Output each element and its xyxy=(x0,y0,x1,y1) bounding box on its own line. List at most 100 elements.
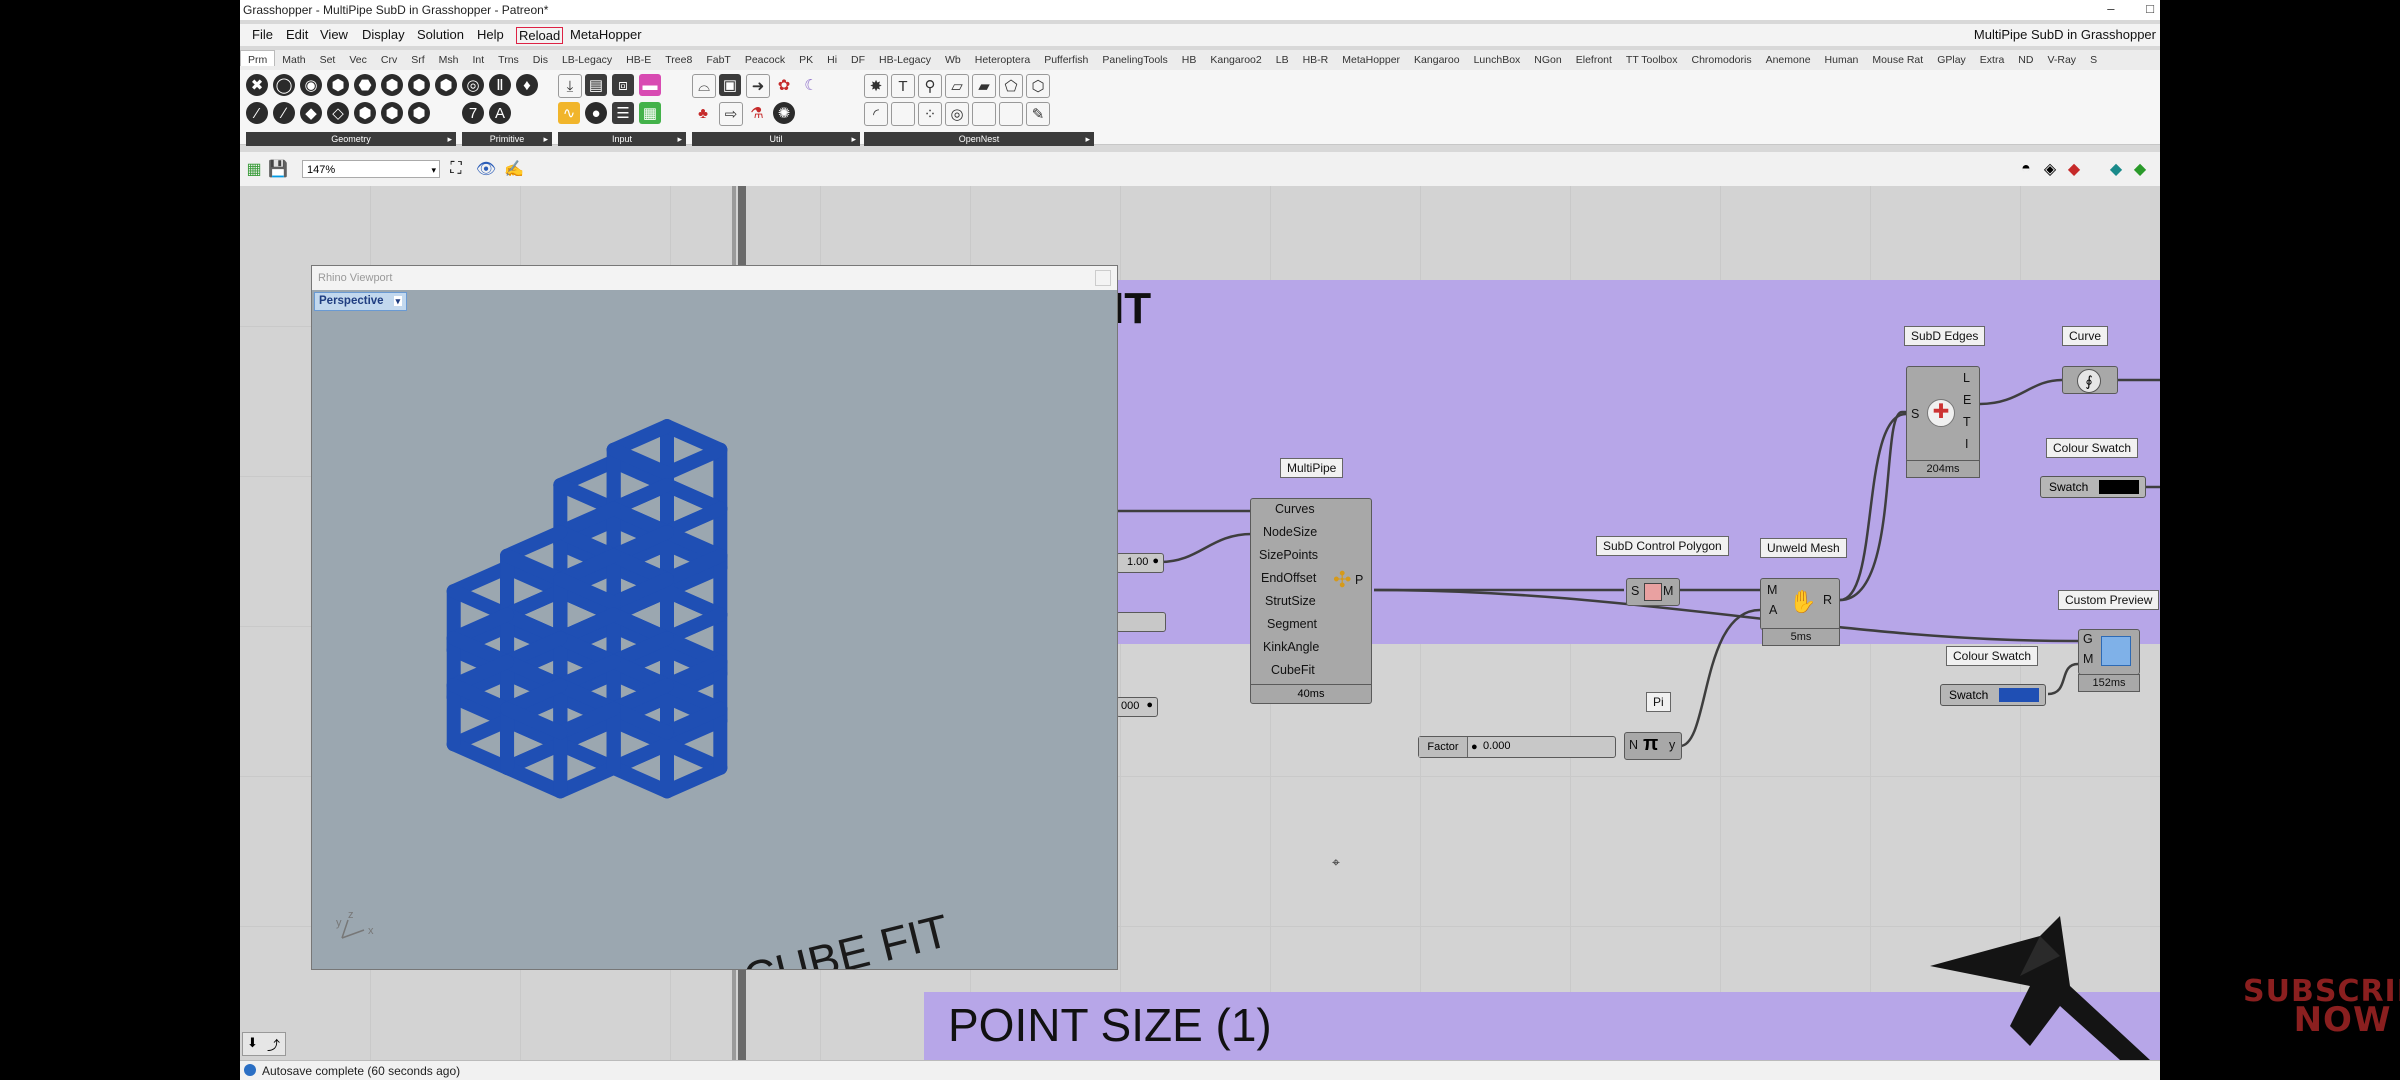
factor-slider[interactable]: Factor ● 0.000 xyxy=(1418,736,1616,758)
save-icon[interactable]: 💾 xyxy=(268,159,288,179)
input-m[interactable]: M xyxy=(2083,652,2093,666)
output-r[interactable]: R xyxy=(1823,593,1832,607)
tab-vec[interactable]: Vec xyxy=(342,51,374,66)
nest-icon[interactable]: ✸ xyxy=(864,74,888,98)
tab-int[interactable]: Int xyxy=(465,51,491,66)
preview-off-icon[interactable]: ◓ xyxy=(2016,159,2036,179)
swatch-color-box[interactable] xyxy=(1999,688,2039,702)
input-curves[interactable]: Curves xyxy=(1275,502,1315,516)
slider-icon[interactable]: ⧈ xyxy=(612,74,634,96)
panel-icon[interactable]: ▤ xyxy=(585,74,607,96)
tab-panelingtools[interactable]: PanelingTools xyxy=(1095,51,1174,66)
zoom-dropdown[interactable]: 147% ▾ xyxy=(302,160,440,178)
tab-dis[interactable]: Dis xyxy=(526,51,555,66)
line-icon[interactable]: ⁄ xyxy=(246,102,268,124)
arc-icon[interactable]: ◉ xyxy=(300,74,322,96)
grasshopper-canvas[interactable]: IT POINT SIZE (1) MultiPipe Curves NodeS… xyxy=(240,186,2160,1060)
output-t[interactable]: T xyxy=(1963,415,1971,429)
tab-hb-r[interactable]: HB-R xyxy=(1296,51,1336,66)
tab-hb-legacy[interactable]: HB-Legacy xyxy=(872,51,938,66)
graph-mapper-icon[interactable]: ∿ xyxy=(558,102,580,124)
brep-icon[interactable]: ⬣ xyxy=(354,74,376,96)
curve-param[interactable]: ∮ xyxy=(2062,366,2118,394)
group-icon[interactable]: ⬢ xyxy=(408,102,430,124)
glasses-icon[interactable]: ⌓ xyxy=(692,74,716,98)
blank3-icon[interactable] xyxy=(999,102,1023,126)
integer-icon[interactable]: Ⅱ xyxy=(489,74,511,96)
tab-pufferfish[interactable]: Pufferfish xyxy=(1037,51,1095,66)
menu-view[interactable]: View xyxy=(320,27,348,42)
input-g[interactable]: G xyxy=(2083,632,2093,646)
input-s[interactable]: S xyxy=(1911,407,1919,421)
tab-hb-e[interactable]: HB-E xyxy=(619,51,658,66)
tab-hb[interactable]: HB xyxy=(1175,51,1204,66)
output-i[interactable]: I xyxy=(1965,437,1968,451)
menu-help[interactable]: Help xyxy=(477,27,504,42)
tab-mouse-rat[interactable]: Mouse Rat xyxy=(1865,51,1930,66)
pi-component[interactable]: N π y xyxy=(1624,732,1682,760)
subd-icon[interactable]: ⬢ xyxy=(435,74,457,96)
tab-peacock[interactable]: Peacock xyxy=(738,51,792,66)
list-icon[interactable]: ☰ xyxy=(612,102,634,124)
input-kinkangle[interactable]: KinkAngle xyxy=(1263,640,1319,654)
tab-anemone[interactable]: Anemone xyxy=(1759,51,1818,66)
input-group-label[interactable]: Input ▸ xyxy=(558,132,686,146)
number-icon[interactable]: ♦ xyxy=(516,74,538,96)
input-cubefit[interactable]: CubeFit xyxy=(1271,663,1315,677)
polygon-icon[interactable]: ⬠ xyxy=(999,74,1023,98)
tab-set[interactable]: Set xyxy=(313,51,343,66)
plane-icon[interactable]: ◆ xyxy=(300,102,322,124)
input-a[interactable]: A xyxy=(1769,603,1777,617)
preview-shaded-icon[interactable]: ◆ xyxy=(2064,159,2084,179)
nodesize-slider[interactable]: 1.00 ● xyxy=(1116,553,1164,573)
tab-srf[interactable]: Srf xyxy=(404,51,431,66)
subd-edges-component[interactable]: S ✚ L E T I xyxy=(1906,366,1980,462)
sheet-icon[interactable]: ▱ xyxy=(945,74,969,98)
tab-tt-toolbox[interactable]: TT Toolbox xyxy=(1619,51,1685,66)
primitive-group-label[interactable]: Primitive ▸ xyxy=(462,132,552,146)
unweld-component[interactable]: M A ✋ R xyxy=(1760,578,1840,630)
relay-icon[interactable]: ⇨ xyxy=(719,102,743,126)
util-group-label[interactable]: Util ▸ xyxy=(692,132,860,146)
output-y[interactable]: y xyxy=(1669,738,1675,752)
opennest-group-label[interactable]: OpenNest ▸ xyxy=(864,132,1094,146)
digit-icon[interactable]: 7 xyxy=(462,102,484,124)
tab-msh[interactable]: Msh xyxy=(432,51,466,66)
tab-v-ray[interactable]: V-Ray xyxy=(2040,51,2083,66)
cubefit-slider[interactable]: 000 ● xyxy=(1116,697,1158,717)
mesh-icon[interactable]: ⬢ xyxy=(381,74,403,96)
colour-swatch-black[interactable]: Swatch xyxy=(2040,476,2146,498)
output-m[interactable]: M xyxy=(1663,584,1673,598)
tab-chromodoris[interactable]: Chromodoris xyxy=(1684,51,1758,66)
grid-icon[interactable]: ⁘ xyxy=(918,102,942,126)
flask-icon[interactable]: ⚗ xyxy=(746,102,768,124)
jar-icon[interactable]: ⚲ xyxy=(918,74,942,98)
multipipe-component[interactable]: Curves NodeSize SizePoints EndOffset Str… xyxy=(1250,498,1372,704)
input-strutsize[interactable]: StrutSize xyxy=(1265,594,1316,608)
cherries-icon[interactable]: ♣ xyxy=(692,102,714,124)
field-icon[interactable]: ◇ xyxy=(327,102,349,124)
twisted-box-icon[interactable]: ⬢ xyxy=(354,102,376,124)
box-icon[interactable]: ⬢ xyxy=(327,74,349,96)
menu-display[interactable]: Display xyxy=(362,27,405,42)
menu-file[interactable]: File xyxy=(252,27,273,42)
tab-nd[interactable]: ND xyxy=(2011,51,2040,66)
output-e[interactable]: E xyxy=(1963,393,1971,407)
tab-lb-legacy[interactable]: LB-Legacy xyxy=(555,51,619,66)
toggle-icon[interactable]: ● xyxy=(585,102,607,124)
subd-control-component[interactable]: S M xyxy=(1626,578,1680,606)
sheet-stack-icon[interactable]: ▰ xyxy=(972,74,996,98)
tab-prm[interactable]: Prm xyxy=(240,50,276,66)
tab-tree8[interactable]: Tree8 xyxy=(658,51,699,66)
preview-eye-icon[interactable]: 👁 xyxy=(476,159,496,179)
surface-icon[interactable]: ⬢ xyxy=(408,74,430,96)
import-icon[interactable]: ⬇ xyxy=(247,1035,258,1051)
minimize-button[interactable]: – xyxy=(2107,1,2114,16)
offset-icon[interactable]: ⬡ xyxy=(1026,74,1050,98)
zoom-extents-icon[interactable]: ⛶ xyxy=(446,159,466,179)
moon-icon[interactable]: ☾ xyxy=(800,74,822,96)
import-icon[interactable]: ⤓ xyxy=(558,74,582,98)
curve-icon[interactable]: ∕ xyxy=(273,102,295,124)
input-s[interactable]: S xyxy=(1631,584,1639,598)
tab-pk[interactable]: PK xyxy=(792,51,820,66)
